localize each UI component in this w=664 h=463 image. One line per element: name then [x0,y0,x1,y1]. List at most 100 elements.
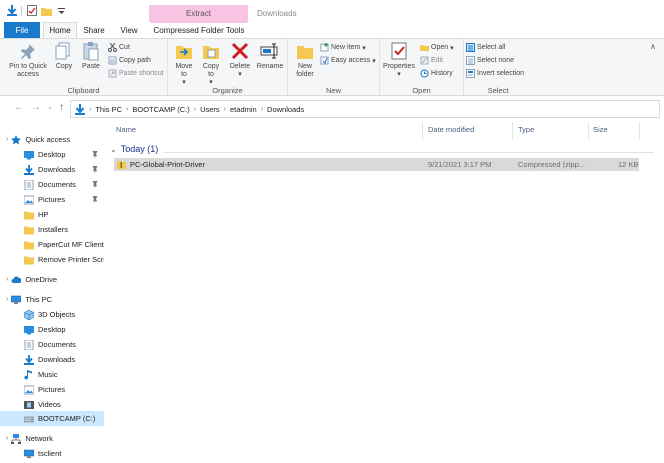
properties-dropdown-icon: ▾ [397,71,401,78]
column-header-name[interactable]: Name [116,125,136,134]
column-header-date[interactable]: Date modified [428,125,474,134]
breadcrumb-users[interactable]: Users [200,105,220,114]
nav-pc-3d-objects[interactable]: 3D Objects [0,307,104,322]
tab-file[interactable]: File [4,22,40,38]
nav-qa-remove-printer[interactable]: Remove Printer Scri [0,252,104,267]
new-folder-button[interactable]: New folder [292,41,318,79]
copy-to-label: Copy to [202,63,220,78]
tab-share[interactable]: Share [79,22,109,38]
copy-to-button[interactable]: Copy to ▾ [199,41,223,87]
nav-pc-downloads[interactable]: Downloads [0,352,104,367]
title-bar: Extract Downloads [0,0,664,22]
select-none-button[interactable]: Select none [466,56,514,65]
cube-icon [24,309,34,320]
collapse-ribbon-icon[interactable]: ∧ [650,42,656,51]
delete-button[interactable]: Delete ▾ [228,41,252,79]
nav-qa-papercut[interactable]: PaperCut MF Client [0,237,104,252]
nav-network-label: Network [25,434,53,443]
column-header-type[interactable]: Type [518,125,534,134]
history-button[interactable]: History [420,69,453,78]
properties-check-icon [391,42,407,60]
breadcrumb-downloads[interactable]: Downloads [267,105,304,114]
nav-qa-installers[interactable]: Installers [0,222,104,237]
nav-pc-bootcamp[interactable]: BOOTCAMP (C:) [0,411,104,426]
history-label: History [431,70,453,77]
ribbon: Pin to Quick access Copy Paste Cut Copy … [0,38,664,97]
nav-pc-music[interactable]: Music [0,367,104,382]
nav-qa-downloads[interactable]: Downloads [0,162,104,177]
recent-locations-icon[interactable]: ⌄ [47,103,57,113]
explorer-down-arrow-icon[interactable] [6,5,17,16]
copy-path-button[interactable]: Copy path [108,56,151,65]
properties-check-icon[interactable] [26,5,37,16]
nav-net-tsclient[interactable]: tsclient [0,446,104,461]
edit-button[interactable]: Edit [420,56,443,65]
tab-view[interactable]: View [112,22,146,38]
context-tab-extract[interactable]: Extract [149,5,248,22]
paste-button[interactable]: Paste [78,41,104,71]
expand-chevron-icon[interactable]: › [6,276,8,283]
nav-pc-pictures[interactable]: Pictures [0,382,104,397]
collapse-chevron-icon[interactable]: ⌄ [110,145,117,154]
breadcrumb-chevron-icon: › [260,105,264,113]
scissors-icon [108,43,117,52]
tab-compressed-folder-tools[interactable]: Compressed Folder Tools [151,22,247,38]
folder-icon [24,241,34,249]
new-group: New folder New item ▾ Easy access ▾ New [288,39,380,97]
breadcrumb-etadmin[interactable]: etadmin [230,105,257,114]
column-divider[interactable] [422,122,423,140]
nav-qa-documents[interactable]: Documents [0,177,104,192]
copy-button[interactable]: Copy [52,41,76,71]
tab-home[interactable]: Home [43,22,77,38]
nav-onedrive[interactable]: › OneDrive [6,272,110,287]
table-row[interactable]: PC-Global-Print-Driver 9/21/2021 3:17 PM… [114,158,639,171]
column-divider[interactable] [588,122,589,140]
nav-qa-pictures[interactable]: Pictures [0,192,104,207]
properties-button[interactable]: Properties ▾ [382,41,416,79]
easy-access-dropdown-icon: ▾ [372,57,376,65]
nav-onedrive-label: OneDrive [25,275,58,284]
forward-arrow-icon[interactable]: → [31,103,41,113]
invert-selection-button[interactable]: Invert selection [466,69,524,78]
group-header-label: Today (1) [120,144,159,154]
nav-quick-access[interactable]: › Quick access [6,132,110,147]
nav-this-pc[interactable]: › This PC [6,292,110,307]
nav-pc-documents[interactable]: Documents [0,337,104,352]
pin-quick-access-button[interactable]: Pin to Quick access [6,41,50,79]
customize-toolbar-icon[interactable] [56,5,67,16]
ribbon-tabs: File Home Share View Compressed Folder T… [0,22,664,38]
nav-pc-pictures-label: Pictures [38,385,66,394]
rename-button[interactable]: Rename [256,41,284,71]
column-divider[interactable] [639,122,640,140]
up-arrow-icon[interactable]: ↑ [59,103,69,113]
nav-qa-desktop[interactable]: Desktop [0,147,104,162]
open-button[interactable]: Open ▾ [420,43,454,52]
select-all-button[interactable]: Select all [466,43,505,52]
download-icon [24,164,34,175]
zip-folder-icon [117,161,126,169]
nav-pc-desktop[interactable]: Desktop [0,322,104,337]
expand-chevron-icon[interactable]: › [6,136,8,143]
cut-button[interactable]: Cut [108,43,130,52]
nav-pc-videos[interactable]: Videos [0,397,104,412]
move-to-button[interactable]: Move to ▾ [172,41,196,87]
back-arrow-icon[interactable]: ← [14,103,24,113]
paste-shortcut-button[interactable]: Paste shortcut [108,69,164,78]
group-header-today[interactable]: ⌄ Today (1) [110,144,158,154]
column-divider[interactable] [512,122,513,140]
nav-network[interactable]: › Network [6,431,110,446]
nav-qa-hp[interactable]: HP [0,207,104,222]
breadcrumb-bootcamp[interactable]: BOOTCAMP (C:) [132,105,189,114]
address-bar[interactable]: › This PC › BOOTCAMP (C:) › Users › etad… [70,100,660,118]
column-header-size[interactable]: Size [593,125,608,134]
new-folder-icon[interactable] [41,5,52,16]
easy-access-button[interactable]: Easy access ▾ [320,56,376,65]
copy-path-label: Copy path [119,57,151,64]
documents-icon [24,339,34,350]
documents-icon [24,179,34,190]
new-item-button[interactable]: New item ▾ [320,43,366,52]
breadcrumb-this-pc[interactable]: This PC [95,105,122,114]
expand-chevron-icon[interactable]: › [6,435,8,442]
nav-pc-videos-label: Videos [38,400,61,409]
expand-chevron-icon[interactable]: › [6,296,8,303]
